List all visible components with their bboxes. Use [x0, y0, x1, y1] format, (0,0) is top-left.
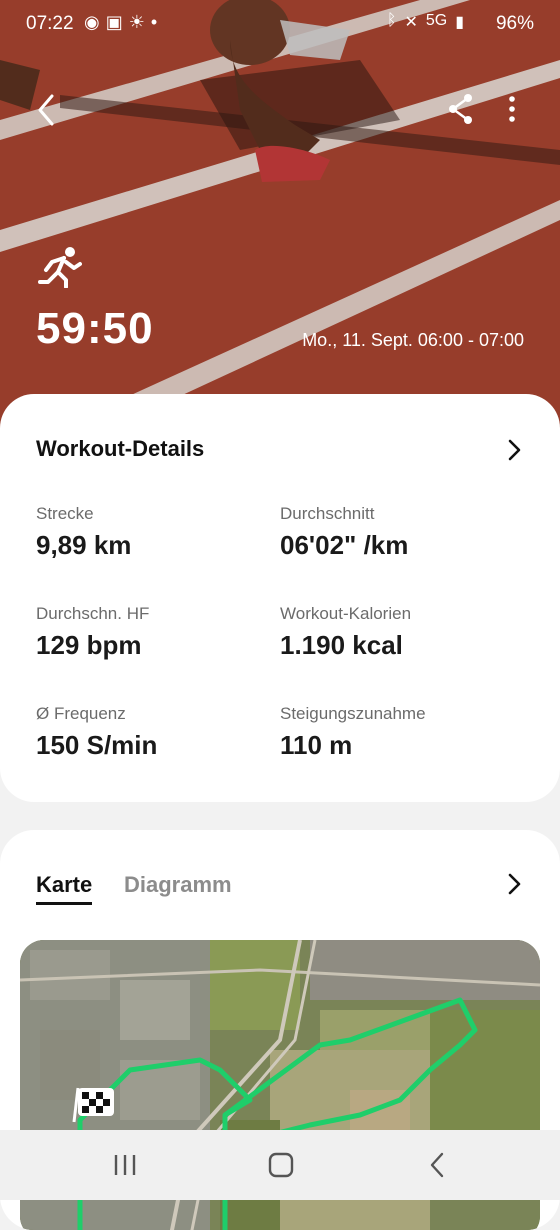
weather-icon: ☀ [128, 12, 145, 32]
stat-average-pace: Durchschnitt 06'02" /km [280, 504, 520, 561]
stat-value: 150 S/min [36, 730, 158, 760]
system-navigation-bar [0, 1130, 560, 1200]
stat-value: 9,89 km [36, 530, 132, 560]
stat-label: Strecke [36, 504, 94, 523]
status-bar: 07:22 ◉ ▣ ☀ • ᛒ ✕ 5G ▮ 96% [0, 0, 560, 48]
workout-duration: 59:50 [36, 304, 154, 353]
workout-datetime: Mo., 11. Sept. 06:00 - 07:00 [302, 330, 524, 350]
mute-icon: ✕ [404, 14, 418, 31]
stat-value: 06'02" /km [280, 530, 409, 560]
stat-distance: Strecke 9,89 km [36, 504, 276, 561]
status-time: 07:22 [26, 13, 74, 34]
share-icon[interactable] [446, 92, 476, 126]
map-chevron-right-icon[interactable] [504, 872, 524, 896]
stat-value: 129 bpm [36, 630, 142, 660]
workout-details-card: Workout-Details Strecke 9,89 km Durchsch… [0, 394, 560, 802]
image-icon: ▣ [105, 12, 123, 32]
5g-icon: 5G [425, 12, 448, 29]
stat-elevation-gain: Steigungszunahme 110 m [280, 704, 520, 761]
stat-label: Durchschn. HF [36, 604, 150, 623]
more-options-icon[interactable] [502, 92, 522, 126]
tab-map[interactable]: Karte [36, 872, 93, 905]
stat-value: 110 m [280, 730, 353, 760]
hero-banner: 07:22 ◉ ▣ ☀ • ᛒ ✕ 5G ▮ 96% 59:50 Mo., 11… [0, 0, 560, 440]
workout-details-title: Workout-Details [36, 436, 205, 461]
stat-label: Durchschnitt [280, 504, 375, 523]
home-icon[interactable] [266, 1150, 296, 1180]
dot-icon: • [150, 12, 158, 32]
running-track-image [0, 0, 560, 440]
whatsapp-icon: ◉ [84, 12, 100, 32]
signal-icon: ▮ [455, 14, 464, 31]
details-chevron-right-icon[interactable] [504, 438, 524, 462]
stat-value: 1.190 kcal [280, 630, 403, 660]
stat-label: Workout-Kalorien [280, 604, 412, 623]
recent-apps-icon[interactable] [112, 1150, 138, 1180]
bluetooth-icon: ᛒ [386, 12, 397, 29]
stat-label: Ø Frequenz [36, 704, 126, 723]
system-back-icon[interactable] [426, 1150, 448, 1180]
stat-cadence: Ø Frequenz 150 S/min [36, 704, 276, 761]
stat-average-heart-rate: Durchschn. HF 129 bpm [36, 604, 276, 661]
battery-level: 96% [495, 13, 534, 34]
tab-chart[interactable]: Diagramm [124, 872, 232, 898]
stat-calories: Workout-Kalorien 1.190 kcal [280, 604, 520, 661]
back-button[interactable] [30, 92, 66, 128]
running-icon [38, 247, 82, 288]
stat-label: Steigungszunahme [280, 704, 426, 723]
